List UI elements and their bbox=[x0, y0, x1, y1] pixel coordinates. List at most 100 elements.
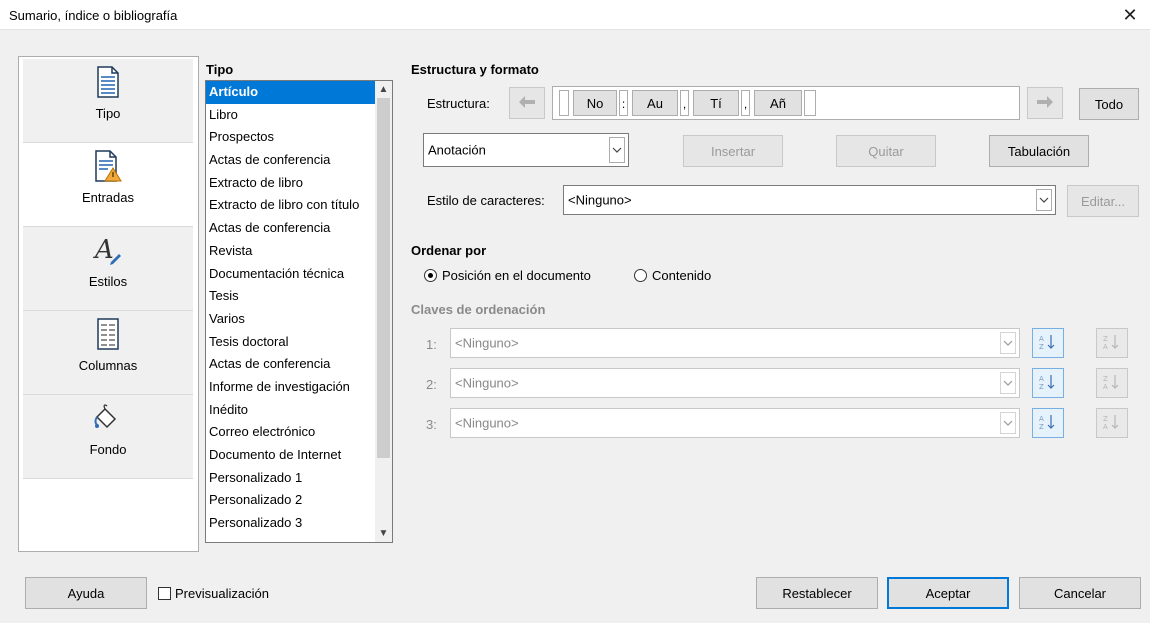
svg-text:Z: Z bbox=[1103, 375, 1108, 383]
paint-bucket-icon bbox=[23, 401, 193, 435]
tipo-list-item[interactable]: Libro bbox=[206, 104, 376, 127]
sort-ascending-button[interactable]: AZ bbox=[1032, 408, 1064, 438]
sort-key-number: 2: bbox=[426, 377, 437, 392]
tipo-list-item[interactable]: Tesis bbox=[206, 285, 376, 308]
structure-separator[interactable]: , bbox=[680, 90, 689, 116]
structure-token[interactable]: No bbox=[573, 90, 617, 116]
sort-position-radio[interactable]: Posición en el documento bbox=[424, 268, 591, 283]
sort-descending-button[interactable]: ZA bbox=[1096, 408, 1128, 438]
sidebar-item-label: Entradas bbox=[81, 190, 135, 205]
tipo-list-item[interactable]: Inédito bbox=[206, 399, 376, 422]
sort-content-label: Contenido bbox=[652, 268, 712, 283]
tipo-list-item[interactable]: Personalizado 3 bbox=[206, 512, 376, 535]
tipo-list-item[interactable]: Revista bbox=[206, 240, 376, 263]
close-button[interactable]: ✕ bbox=[1110, 0, 1150, 30]
sidebar-item-columnas[interactable]: Columnas bbox=[23, 311, 193, 395]
remove-button[interactable]: Quitar bbox=[836, 135, 936, 167]
sidebar-item-label: Estilos bbox=[88, 274, 128, 289]
scrollbar-thumb[interactable] bbox=[377, 98, 390, 458]
sidebar: Tipo Entradas A Estilos Columnas Fondo bbox=[18, 56, 199, 552]
tipo-list-item[interactable]: Correo electrónico bbox=[206, 421, 376, 444]
insert-button[interactable]: Insertar bbox=[683, 135, 783, 167]
preview-label: Previsualización bbox=[175, 586, 269, 601]
document-warning-icon bbox=[23, 149, 193, 183]
tipo-listbox[interactable]: Artículo Libro Prospectos Actas de conferen… bbox=[205, 80, 393, 543]
tipo-list-item[interactable]: Artículo bbox=[206, 81, 376, 104]
char-style-select[interactable]: <Ninguno> bbox=[563, 185, 1056, 215]
structure-token[interactable]: Añ bbox=[754, 90, 802, 116]
tipo-scrollbar[interactable]: ▲ ▼ bbox=[375, 81, 392, 542]
sidebar-item-estilos[interactable]: A Estilos bbox=[23, 227, 193, 311]
chevron-down-icon bbox=[1000, 332, 1016, 354]
tipo-list-item[interactable]: Documento de Internet bbox=[206, 444, 376, 467]
tab-button[interactable]: Tabulación bbox=[989, 135, 1089, 167]
svg-text:Z: Z bbox=[1039, 423, 1044, 431]
reset-button[interactable]: Restablecer bbox=[756, 577, 878, 609]
tipo-list-item[interactable]: Actas de conferencia bbox=[206, 149, 376, 172]
preview-checkbox[interactable]: Previsualización bbox=[158, 586, 269, 601]
move-right-button[interactable] bbox=[1027, 87, 1063, 119]
svg-text:Z: Z bbox=[1039, 343, 1044, 351]
scroll-up-icon[interactable]: ▲ bbox=[375, 81, 392, 98]
svg-text:Z: Z bbox=[1103, 415, 1108, 423]
tipo-list-item[interactable]: Prospectos bbox=[206, 126, 376, 149]
edit-button[interactable]: Editar... bbox=[1067, 185, 1139, 217]
tipo-list-item[interactable]: Personalizado 2 bbox=[206, 489, 376, 512]
sort-key-1-select[interactable]: <Ninguno> bbox=[450, 328, 1020, 358]
help-button[interactable]: Ayuda bbox=[25, 577, 147, 609]
tipo-list-item[interactable]: Actas de conferencia bbox=[206, 217, 376, 240]
svg-text:A: A bbox=[1103, 423, 1108, 431]
sort-descending-button[interactable]: ZA bbox=[1096, 328, 1128, 358]
structure-separator[interactable] bbox=[559, 90, 569, 116]
svg-text:A: A bbox=[1039, 335, 1044, 343]
sort-key-3-select[interactable]: <Ninguno> bbox=[450, 408, 1020, 438]
sort-ascending-icon: AZ bbox=[1038, 333, 1058, 354]
field-select[interactable]: Anotación bbox=[423, 133, 629, 167]
svg-text:A: A bbox=[1103, 383, 1108, 391]
sort-ascending-button[interactable]: AZ bbox=[1032, 368, 1064, 398]
cancel-button[interactable]: Cancelar bbox=[1019, 577, 1141, 609]
chevron-down-icon bbox=[1036, 189, 1052, 211]
tipo-list-item[interactable]: Extracto de libro bbox=[206, 172, 376, 195]
structure-editor[interactable]: No : Au , Tí , Añ bbox=[552, 86, 1020, 120]
dialog-title: Sumario, índice o bibliografía bbox=[9, 8, 178, 23]
structure-token[interactable]: Au bbox=[632, 90, 678, 116]
structure-separator[interactable]: , bbox=[741, 90, 750, 116]
svg-text:Z: Z bbox=[1103, 335, 1108, 343]
ok-button[interactable]: Aceptar bbox=[887, 577, 1009, 609]
sort-ascending-icon: AZ bbox=[1038, 373, 1058, 394]
sidebar-item-label: Tipo bbox=[95, 106, 121, 121]
sidebar-item-label: Fondo bbox=[89, 442, 127, 457]
arrow-left-icon bbox=[518, 95, 536, 112]
tipo-list-item[interactable]: Informe de investigación bbox=[206, 376, 376, 399]
tipo-list-item[interactable]: Personalizado 1 bbox=[206, 467, 376, 490]
tipo-list-item[interactable]: Tesis doctoral bbox=[206, 331, 376, 354]
sort-key-value: <Ninguno> bbox=[455, 335, 519, 351]
tipo-list-item[interactable]: Varios bbox=[206, 308, 376, 331]
tipo-list-item[interactable]: Extracto de libro con título bbox=[206, 194, 376, 217]
sort-descending-icon: ZA bbox=[1102, 333, 1122, 354]
sidebar-item-fondo[interactable]: Fondo bbox=[23, 395, 193, 479]
structure-token[interactable]: Tí bbox=[693, 90, 739, 116]
scroll-down-icon[interactable]: ▼ bbox=[375, 525, 392, 542]
move-left-button[interactable] bbox=[509, 87, 545, 119]
sort-ascending-button[interactable]: AZ bbox=[1032, 328, 1064, 358]
structure-separator[interactable] bbox=[804, 90, 816, 116]
tipo-list-item[interactable]: Documentación técnica bbox=[206, 263, 376, 286]
sort-content-radio[interactable]: Contenido bbox=[634, 268, 711, 283]
structure-label: Estructura: bbox=[427, 96, 490, 111]
sort-key-2-select[interactable]: <Ninguno> bbox=[450, 368, 1020, 398]
chevron-down-icon bbox=[1000, 372, 1016, 394]
all-button[interactable]: Todo bbox=[1079, 88, 1139, 120]
tipo-list-items: Artículo Libro Prospectos Actas de conferen… bbox=[206, 81, 376, 535]
field-select-value: Anotación bbox=[428, 142, 486, 158]
tipo-heading: Tipo bbox=[206, 62, 234, 77]
sort-key-value: <Ninguno> bbox=[455, 415, 519, 431]
sidebar-item-tipo[interactable]: Tipo bbox=[23, 59, 193, 143]
structure-separator[interactable]: : bbox=[619, 90, 628, 116]
tipo-list-item[interactable]: Actas de conferencia bbox=[206, 353, 376, 376]
sort-position-label: Posición en el documento bbox=[442, 268, 591, 283]
sidebar-item-entradas[interactable]: Entradas bbox=[23, 143, 193, 227]
char-style-value: <Ninguno> bbox=[568, 192, 632, 208]
sort-descending-button[interactable]: ZA bbox=[1096, 368, 1128, 398]
